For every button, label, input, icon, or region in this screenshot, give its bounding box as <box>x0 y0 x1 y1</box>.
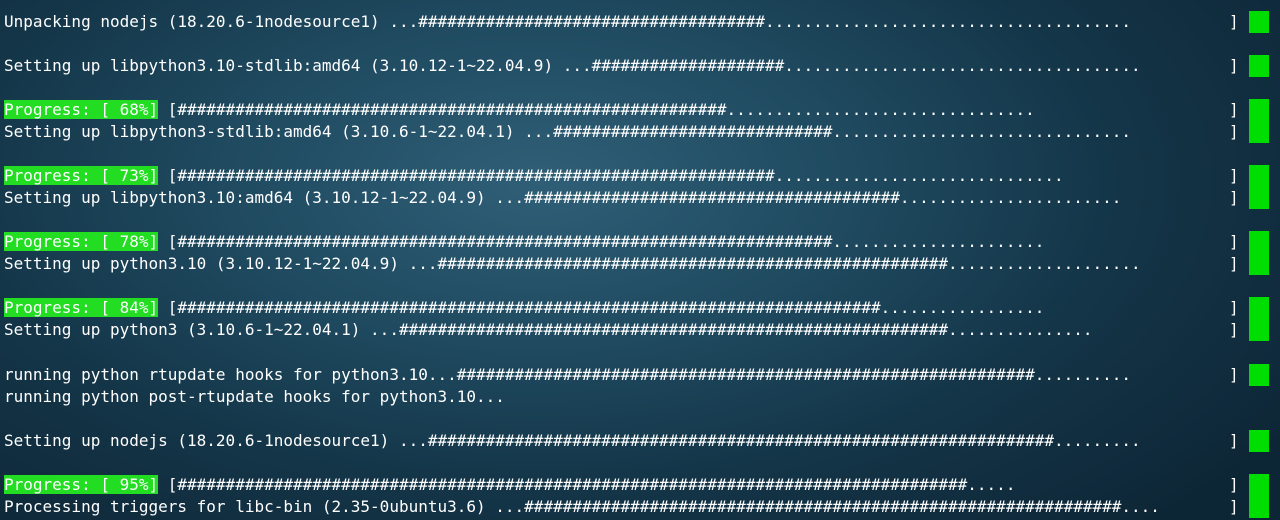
progress-bar-end-bracket: ] <box>1229 431 1239 450</box>
progress-bar: [#######################################… <box>158 166 1064 185</box>
progress-bar: [#######################################… <box>158 298 1045 317</box>
progress-bar-block <box>1249 364 1269 386</box>
progress-bar-block <box>1249 165 1269 209</box>
progress-bar-end-bracket: ] <box>1229 166 1239 185</box>
progress-line-84: Progress: [ 84%] [######################… <box>4 297 1044 319</box>
terminal-line-processing-triggers: Processing triggers for libc-bin (2.35-0… <box>4 497 1160 516</box>
progress-line-73: Progress: [ 73%] [######################… <box>4 165 1064 187</box>
progress-bar-block <box>1249 99 1269 143</box>
terminal-line-unpacking-nodejs: Unpacking nodejs (18.20.6-1nodesource1) … <box>4 12 1132 31</box>
progress-bar-end-bracket: ] <box>1229 475 1239 494</box>
terminal-line-post-rtupdate-hooks: running python post-rtupdate hooks for p… <box>4 387 505 406</box>
progress-label: Progress: [ 84%] <box>4 298 159 317</box>
progress-label: Progress: [ 73%] <box>4 166 159 185</box>
progress-bar-end-bracket: ] <box>1229 12 1239 31</box>
terminal-line-setup-libpython3-stdlib: Setting up libpython3-stdlib:amd64 (3.10… <box>4 122 1132 141</box>
terminal-line-setup-python3-10: Setting up python3.10 (3.10.12-1~22.04.9… <box>4 254 1141 273</box>
progress-bar-end-bracket: ] <box>1229 188 1239 207</box>
progress-bar-end-bracket: ] <box>1229 100 1239 119</box>
progress-label: Progress: [ 68%] <box>4 100 159 119</box>
progress-bar-end-bracket: ] <box>1229 497 1239 516</box>
progress-bar-block <box>1249 11 1269 33</box>
progress-bar: [#######################################… <box>158 475 1016 494</box>
progress-bar-end-bracket: ] <box>1229 254 1239 273</box>
progress-bar-block <box>1249 430 1269 452</box>
progress-bar: [#######################################… <box>158 100 1035 119</box>
progress-bar-block <box>1249 297 1269 341</box>
progress-bar-end-bracket: ] <box>1229 232 1239 251</box>
terminal-line-setup-nodejs: Setting up nodejs (18.20.6-1nodesource1)… <box>4 431 1141 450</box>
progress-line-68: Progress: [ 68%] [######################… <box>4 99 1035 121</box>
progress-bar-block <box>1249 474 1269 518</box>
progress-line-95: Progress: [ 95%] [######################… <box>4 474 1015 496</box>
progress-label: Progress: [ 95%] <box>4 475 159 494</box>
progress-bar-end-bracket: ] <box>1229 298 1239 317</box>
progress-bar-block <box>1249 55 1269 77</box>
progress-bar-end-bracket: ] <box>1229 320 1239 339</box>
progress-bar-end-bracket: ] <box>1229 365 1239 384</box>
terminal-line-setup-python3: Setting up python3 (3.10.6-1~22.04.1) ..… <box>4 320 1093 339</box>
progress-bar-end-bracket: ] <box>1229 56 1239 75</box>
terminal-line-rtupdate-hooks: running python rtupdate hooks for python… <box>4 365 1132 384</box>
progress-line-78: Progress: [ 78%] [######################… <box>4 231 1044 253</box>
progress-label: Progress: [ 78%] <box>4 232 159 251</box>
terminal-line-setup-libpython3-10-stdlib: Setting up libpython3.10-stdlib:amd64 (3… <box>4 56 1141 75</box>
terminal-line-setup-libpython3-10: Setting up libpython3.10:amd64 (3.10.12-… <box>4 188 1122 207</box>
progress-bar: [#######################################… <box>158 232 1045 251</box>
terminal-window[interactable]: Unpacking nodejs (18.20.6-1nodesource1) … <box>0 0 1280 520</box>
progress-bar-block <box>1249 231 1269 275</box>
progress-bar-end-bracket: ] <box>1229 122 1239 141</box>
